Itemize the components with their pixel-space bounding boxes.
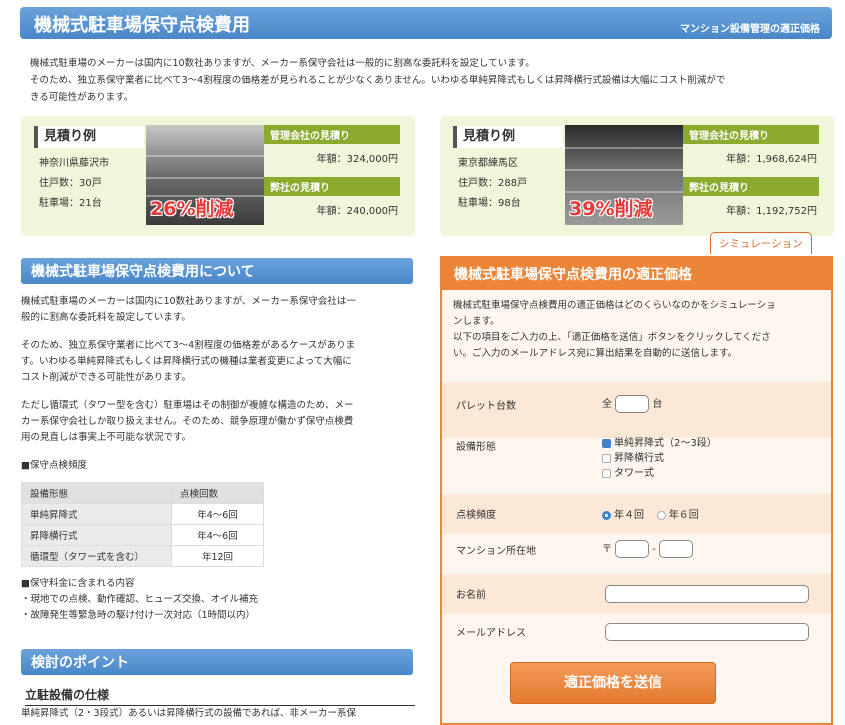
equipment-row: 設備形態 単純昇降式（2～3段） 昇降横行式 タワー式	[442, 438, 831, 494]
frequency-table: 設備形態 点検回数 単純昇降式 年4～6回 昇降横行式 年4～6回 循環型（タワ…	[21, 482, 264, 567]
simulation-description: 機械式駐車場保守点検費用の適正価格はどのくらいなのかをシミュレーショ ンします。…	[453, 300, 776, 359]
address-label: マンション所在地	[456, 546, 536, 557]
about-paragraph-1: 機械式駐車場のメーカーは国内に10数社ありますが、メーカー系保守会社は一 般的に…	[21, 296, 356, 323]
freq-option-4[interactable]: 年４回	[602, 510, 644, 521]
our-estimate-amount: 年額：240,000円	[316, 206, 398, 217]
table-row: 単純昇降式 年4～6回	[21, 503, 264, 525]
zip-code-part1-input[interactable]	[615, 540, 650, 558]
simulation-title: 機械式駐車場保守点検費用の適正価格	[442, 258, 831, 290]
reduction-badge: 26%削減	[150, 198, 234, 220]
includes-list: ■保守料金に含まれる内容 ・現地での点検、動作確認、ヒューズ交換、オイル補充 ・…	[21, 578, 259, 621]
table-row: 循環型（タワー式を含む） 年12回	[21, 545, 264, 567]
zip-code-part2-input[interactable]	[659, 540, 694, 558]
radio[interactable]	[656, 510, 666, 520]
frequency-row: 点検頻度 年４回 年６回	[442, 494, 831, 534]
estimate-units: 住戸数：288戸	[458, 178, 528, 189]
estimate-location: 神奈川県藤沢市	[39, 158, 109, 169]
reduction-badge: 39%削減	[569, 198, 653, 220]
equip-option-3[interactable]: タワー式	[602, 466, 717, 481]
estimate-example-1: 見積り例 神奈川県藤沢市 住戸数：30戸 駐車場：21台 26%削減 管理会社の…	[21, 116, 415, 236]
checkbox[interactable]	[602, 453, 611, 463]
frequency-label: 点検頻度	[456, 510, 496, 521]
our-estimate-tag: 弊社の見積り	[683, 177, 819, 196]
about-paragraph-2: そのため、独立系保守業者に比べて3～4割程度の価格差があるケースがありま す。い…	[21, 340, 356, 383]
estimate-example-2: 見積り例 東京都練馬区 住戸数：288戸 駐車場：98台 39%削減 管理会社の…	[440, 116, 834, 236]
email-row: メールアドレス	[442, 614, 831, 654]
page-header: 機械式駐車場保守点検費用 マンション設備管理の適正価格	[20, 7, 832, 39]
freq-option-6[interactable]: 年６回	[656, 510, 699, 521]
radio-selected[interactable]	[602, 510, 611, 520]
frequency-heading: ■保守点検頻度	[21, 460, 87, 471]
pallet-row: パレット台数 全 台	[442, 382, 831, 438]
pallet-count-input[interactable]	[615, 395, 650, 413]
parking-photo: 26%削減	[146, 125, 264, 225]
address-row: マンション所在地 〒 -	[442, 534, 831, 574]
our-estimate-amount: 年額：1,192,752円	[726, 206, 817, 217]
estimate-location: 東京都練馬区	[458, 158, 518, 169]
estimate-units: 住戸数：30戸	[39, 178, 102, 189]
estimate-label: 見積り例	[453, 126, 563, 148]
email-input[interactable]	[605, 623, 809, 641]
mgmt-estimate-tag: 管理会社の見積り	[683, 125, 819, 144]
our-estimate-tag: 弊社の見積り	[264, 177, 400, 196]
table-header-row: 設備形態 点検回数	[21, 482, 264, 504]
parking-photo: 39%削減	[565, 125, 683, 225]
equipment-label: 設備形態	[456, 442, 496, 453]
checkbox[interactable]	[602, 468, 611, 478]
equip-option-2[interactable]: 昇降横行式	[602, 451, 717, 466]
estimate-parking: 駐車場：98台	[458, 198, 521, 209]
about-section-title: 機械式駐車場保守点検費用について	[21, 258, 413, 284]
about-paragraph-3: ただし循環式（タワー型を含む）駐車場はその制御が複雑な構造のため、メー カー系保…	[21, 400, 354, 443]
table-header-cell: 設備形態	[21, 482, 172, 504]
table-row: 昇降横行式 年4～6回	[21, 524, 264, 546]
simulation-tab: シミュレーション	[710, 232, 812, 254]
mgmt-estimate-tag: 管理会社の見積り	[264, 125, 400, 144]
header-tagline: マンション設備管理の適正価格	[680, 24, 820, 35]
submit-button[interactable]: 適正価格を送信	[510, 662, 716, 704]
points-section-title: 検討のポイント	[21, 649, 413, 675]
email-label: メールアドレス	[456, 628, 526, 639]
equip-option-1[interactable]: 単純昇降式（2～3段）	[602, 436, 717, 451]
name-row: お名前	[442, 574, 831, 614]
pallet-label: パレット台数	[456, 401, 516, 412]
points-text: 単純昇降式（2・3段式）あるいは昇降横行式の設備であれば、非メーカー系保	[21, 708, 356, 719]
mgmt-estimate-amount: 年額：324,000円	[316, 154, 398, 165]
table-header-cell: 点検回数	[171, 482, 264, 504]
name-label: お名前	[456, 590, 486, 601]
estimate-label: 見積り例	[34, 126, 144, 148]
points-subtitle: 立駐設備の仕様	[25, 686, 415, 706]
mgmt-estimate-amount: 年額：1,968,624円	[726, 154, 817, 165]
simulation-form: 機械式駐車場保守点検費用の適正価格 機械式駐車場保守点検費用の適正価格はどのくら…	[440, 256, 833, 725]
name-input[interactable]	[605, 585, 809, 603]
page-title: 機械式駐車場保守点検費用	[34, 15, 250, 36]
intro-text: 機械式駐車場のメーカーは国内に10数社ありますが、メーカー系保守会社は一般的に割…	[30, 58, 726, 103]
checkbox-checked[interactable]	[602, 438, 611, 448]
estimate-parking: 駐車場：21台	[39, 198, 102, 209]
